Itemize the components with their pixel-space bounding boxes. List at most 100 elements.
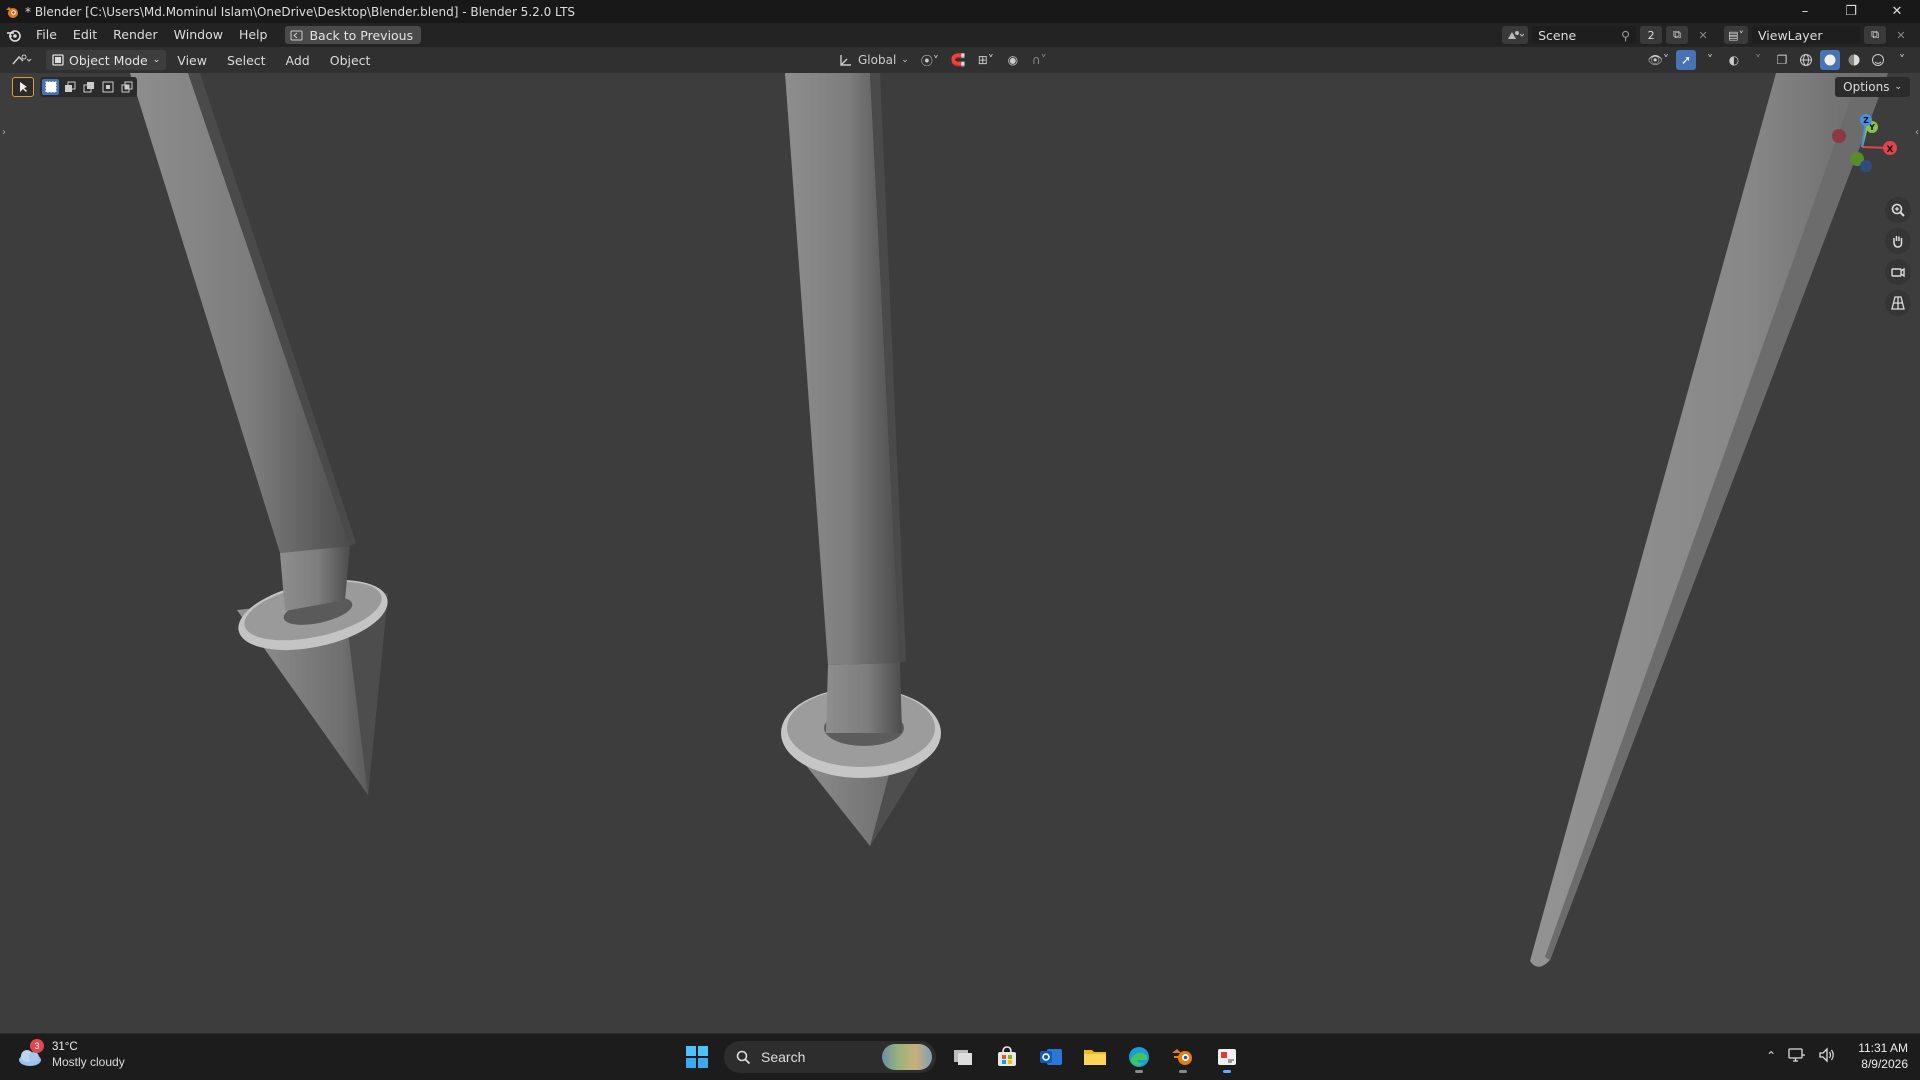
visibility-selectability-icon[interactable]: 👁˅ <box>1645 50 1672 70</box>
minimize-icon[interactable]: – <box>1782 0 1828 23</box>
gizmo-x-label: X <box>1887 145 1894 155</box>
view-layer-field[interactable]: ViewLayer <box>1752 26 1860 44</box>
taskbar-search-box[interactable]: Search <box>724 1041 936 1073</box>
shading-options-icon[interactable]: ˅ <box>1892 50 1912 70</box>
menu-help[interactable]: Help <box>231 23 276 47</box>
windows-start-icon[interactable] <box>680 1040 714 1074</box>
window-title: * Blender [C:\Users\Md.Mominul Islam\One… <box>25 4 576 19</box>
back-screen-icon <box>290 30 303 40</box>
orientation-axes-icon <box>840 55 851 66</box>
menu-view[interactable]: View <box>168 53 216 68</box>
pivot-point-icon[interactable]: ⦿˅ <box>918 50 942 70</box>
menu-object[interactable]: Object <box>321 53 380 68</box>
right-spike-object[interactable] <box>1530 73 1888 967</box>
perspective-toggle-icon[interactable] <box>1885 290 1911 316</box>
3d-viewport[interactable]: Options ⌄ › ‹ X Y Z <box>0 73 1920 1033</box>
network-icon[interactable] <box>1788 1047 1806 1066</box>
windows-taskbar: 3 31°C Mostly cloudy Search ⌃ 11:31 AM 8… <box>0 1033 1920 1080</box>
view-layer-selector-icon[interactable]: ▤˅ <box>1724 26 1748 44</box>
scene-users-count[interactable]: 2 <box>1640 26 1663 44</box>
back-to-previous-button[interactable]: Back to Previous <box>285 26 422 44</box>
pin-icon[interactable]: ⚲ <box>1621 28 1630 43</box>
search-placeholder: Search <box>761 1049 806 1065</box>
task-view-icon[interactable] <box>946 1040 980 1074</box>
snap-toggle-icon[interactable]: 🧲 <box>948 50 969 70</box>
cloudy-weather-icon: 3 <box>16 1039 44 1069</box>
volume-icon[interactable] <box>1818 1046 1836 1066</box>
overlays-options-icon[interactable]: ˅ <box>1748 50 1768 70</box>
edge-browser-icon[interactable] <box>1122 1040 1156 1074</box>
zoom-icon[interactable] <box>1885 197 1911 223</box>
search-icon <box>736 1050 751 1064</box>
scene-selector-icon[interactable] <box>1502 26 1529 44</box>
weather-alert-badge: 3 <box>30 1039 44 1053</box>
system-clock[interactable]: 11:31 AM 8/9/2026 <box>1858 1040 1908 1072</box>
title-bar: * Blender [C:\Users\Md.Mominul Islam\One… <box>0 0 1920 23</box>
camera-view-icon[interactable] <box>1885 259 1911 285</box>
menu-add[interactable]: Add <box>277 53 319 68</box>
blender-logo-icon <box>6 6 18 18</box>
clock-date: 8/9/2026 <box>1861 1057 1908 1071</box>
navigation-gizmo[interactable]: X Y Z <box>1828 113 1898 183</box>
rendered-shading-icon[interactable] <box>1868 50 1888 70</box>
blender-menu-icon[interactable] <box>0 28 28 42</box>
file-explorer-icon[interactable] <box>1078 1040 1112 1074</box>
editor-type-icon[interactable] <box>8 50 36 70</box>
select-new-icon[interactable] <box>42 79 59 95</box>
selection-mode-group <box>40 77 137 97</box>
toolbar-expand-icon[interactable]: › <box>2 127 6 138</box>
select-intersect-icon[interactable] <box>118 79 135 95</box>
microsoft-store-icon[interactable] <box>990 1040 1024 1074</box>
pan-hand-icon[interactable] <box>1885 228 1911 254</box>
object-mode-icon <box>52 54 64 66</box>
scene-name: Scene <box>1538 27 1577 43</box>
falloff-icon[interactable]: ∩˅ <box>1029 50 1050 70</box>
clock-time: 11:31 AM <box>1858 1041 1908 1055</box>
object-mode-dropdown[interactable]: Object Mode ⌄ <box>46 50 167 70</box>
transform-orientation-dropdown[interactable]: Global ⌄ <box>836 50 912 70</box>
viewport-header: Object Mode ⌄ View Select Add Object Glo… <box>0 47 1920 73</box>
restore-icon[interactable]: ❐ <box>1828 0 1874 23</box>
gizmo-options-icon[interactable]: ˅ <box>1700 50 1720 70</box>
options-dropdown[interactable]: Options ⌄ <box>1835 77 1910 97</box>
gizmo-toggle-icon[interactable]: ➚ <box>1676 50 1696 70</box>
sidebar-expand-icon[interactable]: ‹ <box>1915 127 1919 138</box>
left-arrow-object[interactable] <box>130 73 394 795</box>
scene-name-field[interactable]: Scene ⚲ <box>1532 26 1637 44</box>
menu-render[interactable]: Render <box>105 23 166 47</box>
menu-edit[interactable]: Edit <box>65 23 105 47</box>
remove-view-layer-icon[interactable]: ✕ <box>1890 26 1912 44</box>
view-layer-name: ViewLayer <box>1758 27 1823 43</box>
options-label: Options <box>1843 80 1890 94</box>
remove-scene-icon[interactable]: ✕ <box>1692 26 1714 44</box>
menu-select[interactable]: Select <box>218 53 275 68</box>
overlays-toggle-icon[interactable]: ◐ <box>1724 50 1744 70</box>
select-subtract-icon[interactable] <box>80 79 97 95</box>
blender-taskbar-icon[interactable] <box>1166 1040 1200 1074</box>
running-indicator <box>1223 1070 1231 1073</box>
xray-toggle-icon[interactable]: ❐ <box>1772 50 1792 70</box>
proportional-edit-icon[interactable]: ◉ <box>1003 50 1023 70</box>
select-extend-icon[interactable] <box>61 79 78 95</box>
new-view-layer-icon[interactable]: ⧉ <box>1864 26 1886 44</box>
scene-render <box>130 73 1888 967</box>
snap-target-icon[interactable]: ⊞˅ <box>975 50 997 70</box>
snipping-tool-icon[interactable] <box>1210 1040 1244 1074</box>
chevron-down-icon: ⌄ <box>152 55 161 65</box>
outlook-icon[interactable] <box>1034 1040 1068 1074</box>
back-to-previous-label: Back to Previous <box>309 27 414 43</box>
menu-file[interactable]: File <box>28 23 65 47</box>
new-scene-icon[interactable]: ⧉ <box>1666 26 1689 44</box>
middle-arrow-object[interactable] <box>781 73 941 846</box>
solid-shading-icon[interactable] <box>1820 50 1840 70</box>
select-tool-icon[interactable] <box>12 77 34 97</box>
wireframe-shading-icon[interactable] <box>1796 50 1816 70</box>
weather-widget[interactable]: 3 31°C Mostly cloudy <box>16 1039 125 1070</box>
material-preview-shading-icon[interactable] <box>1844 50 1864 70</box>
weather-condition: Mostly cloudy <box>52 1055 125 1069</box>
select-invert-icon[interactable] <box>99 79 116 95</box>
close-icon[interactable]: ✕ <box>1874 0 1920 23</box>
menu-window[interactable]: Window <box>166 23 231 47</box>
show-hidden-icons-icon[interactable]: ⌃ <box>1766 1049 1776 1063</box>
temperature: 31°C <box>52 1041 78 1053</box>
